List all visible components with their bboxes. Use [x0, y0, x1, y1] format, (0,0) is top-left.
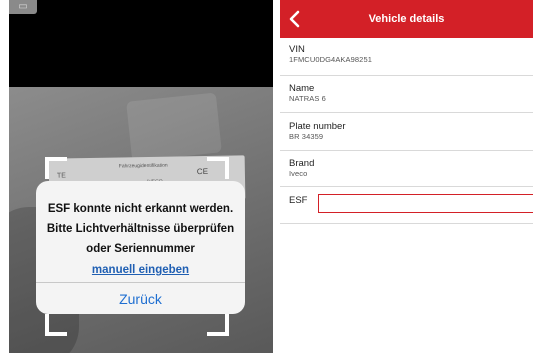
scan-frame-corner-bottom-left: [45, 314, 67, 336]
divider: [280, 150, 533, 151]
field-label: VIN: [289, 44, 305, 55]
divider: [280, 223, 533, 224]
esf-label: ESF: [289, 195, 308, 206]
dialog-message-line: ESF konnte nicht erkannt werden.: [47, 203, 234, 215]
divider: [280, 75, 533, 76]
divider: [280, 186, 533, 187]
field-brand: Brand Iveco: [289, 158, 533, 179]
field-value: NATRAS 6: [289, 94, 326, 103]
dialog-divider: [36, 282, 245, 283]
scan-frame-corner-top-left: [45, 157, 67, 179]
divider: [280, 112, 533, 113]
field-name: Name NATRAS 6: [289, 83, 533, 104]
scan-frame-corner-bottom-right: [207, 314, 229, 336]
manual-entry-link[interactable]: manuell eingeben: [92, 261, 189, 279]
camera-light-reflection: [126, 92, 222, 162]
back-navigation-button[interactable]: [284, 8, 304, 30]
field-vin: VIN 1FMCU0DG4AKA98251: [289, 44, 533, 65]
dialog-message-line: Bitte Lichtverhältnisse überprüfen: [46, 223, 235, 235]
plate-text: Fahrzeugidentifikation: [118, 162, 168, 170]
dialog-message-line: oder Seriennummer: [86, 243, 195, 255]
back-button[interactable]: Zurück: [36, 285, 245, 313]
vehicle-details-screen: Vehicle details VIN 1FMCU0DG4AKA98251 Na…: [280, 0, 533, 353]
field-label: Name: [289, 83, 315, 94]
field-value: Iveco: [289, 169, 308, 178]
chevron-left-icon: [289, 10, 300, 28]
scanner-screen: ▭ TE Fahrzeugidentifikation IVECO CE ESF…: [9, 0, 273, 353]
window-toggle-button[interactable]: ▭: [9, 0, 37, 14]
page-title: Vehicle details: [368, 13, 445, 25]
field-plate-number: Plate number BR 34359: [289, 121, 533, 142]
window-icon: ▭: [18, 1, 28, 12]
field-value: 1FMCU0DG4AKA98251: [289, 55, 372, 64]
esf-input[interactable]: [318, 194, 533, 213]
field-value: BR 34359: [289, 132, 324, 141]
field-label: Brand: [289, 158, 315, 169]
scan-frame-corner-top-right: [207, 157, 229, 179]
app-header: Vehicle details: [280, 0, 533, 38]
error-dialog: ESF konnte nicht erkannt werden. Bitte L…: [36, 181, 245, 314]
field-label: Plate number: [289, 121, 346, 132]
